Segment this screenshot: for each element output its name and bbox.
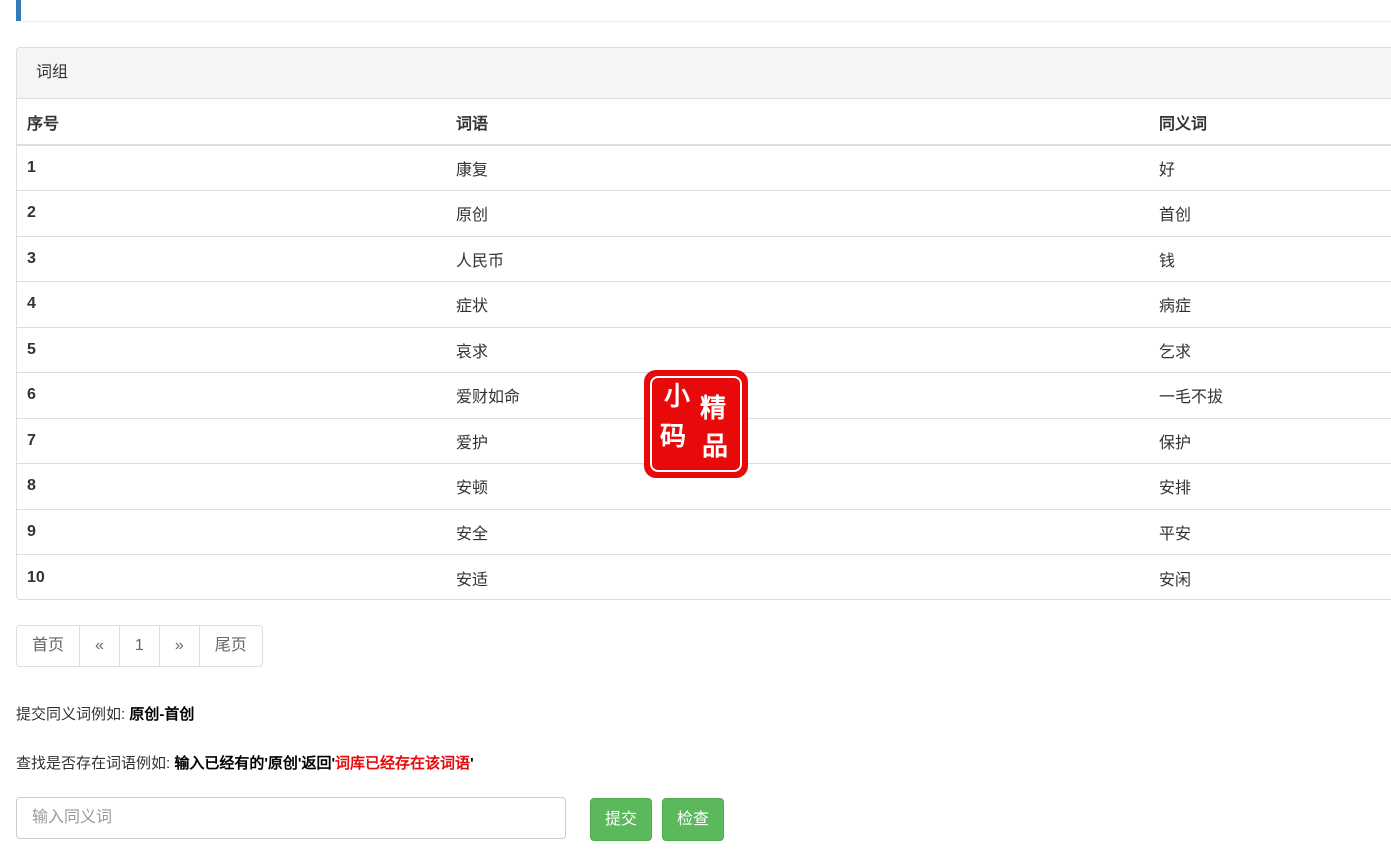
watermark-seal-icon: 小 码 精 品 [646, 372, 746, 476]
panel-heading: 词组 [17, 48, 1391, 99]
synonym-input[interactable] [16, 797, 566, 839]
row-word: 爱护 [446, 418, 1149, 464]
next-page-link[interactable]: » [158, 626, 199, 666]
word-group-panel: 词组 序号 词语 同义词 1 康复 好 2 原创 首创 3 人民币 钱 4 症状… [16, 47, 1391, 600]
column-header-id: 序号 [17, 99, 446, 146]
row-synonym: 保护 [1149, 418, 1391, 464]
table-row: 10 安适 安闲 [17, 555, 1391, 600]
row-synonym: 一毛不拔 [1149, 372, 1391, 419]
row-id: 7 [17, 418, 446, 464]
row-word: 安适 [456, 571, 489, 589]
row-id: 10 [27, 568, 45, 586]
row-id: 3 [17, 236, 446, 282]
column-header-synonym: 同义词 [1149, 99, 1391, 146]
check-hint: 查找是否存在词语例如: 输入已经有的'原创'返回'词库已经存在该词语' [16, 752, 474, 773]
table-row: 3 人民币 钱 [17, 236, 1391, 282]
row-id: 6 [17, 372, 446, 419]
check-hint-example: 输入已经有的'原创'返回' [174, 755, 336, 772]
row-id: 5 [17, 327, 446, 373]
check-button[interactable]: 检查 [662, 798, 725, 841]
submit-hint-example: 原创-首创 [129, 706, 195, 723]
seal-char: 码 [660, 422, 687, 452]
seal-char: 小 [664, 382, 691, 412]
row-word: 爱财如命 [446, 372, 1149, 419]
row-synonym: 好 [1149, 145, 1391, 191]
table-row: 2 原创 首创 [17, 190, 1391, 237]
row-id: 8 [17, 463, 446, 510]
check-hint-label: 查找是否存在词语例如: [16, 755, 175, 772]
column-header-word: 词语 [446, 99, 1149, 146]
row-synonym: 安排 [1149, 463, 1391, 510]
seal-char: 精 [700, 394, 727, 424]
top-accent-stripe [16, 0, 21, 21]
row-id: 9 [17, 509, 446, 555]
row-id: 1 [17, 145, 446, 191]
top-section-bar [16, 0, 1391, 22]
row-synonym: 乞求 [1149, 327, 1391, 373]
table-row: 4 症状 病症 [17, 281, 1391, 328]
seal-char: 品 [702, 432, 729, 462]
row-word: 原创 [446, 190, 1149, 237]
row-word: 哀求 [446, 327, 1149, 373]
row-synonym: 钱 [1149, 236, 1391, 282]
row-word: 安顿 [446, 463, 1149, 510]
first-page-link[interactable]: 首页 [17, 626, 79, 666]
row-synonym: 安闲 [1159, 571, 1192, 589]
row-word: 安全 [446, 509, 1149, 555]
row-id: 4 [17, 281, 446, 328]
check-hint-suffix: ' [470, 755, 474, 772]
synonym-table: 序号 词语 同义词 1 康复 好 2 原创 首创 3 人民币 钱 4 症状 病症… [17, 99, 1391, 600]
page-1-link[interactable]: 1 [118, 626, 159, 666]
row-word: 康复 [446, 145, 1149, 191]
row-word: 症状 [446, 281, 1149, 328]
submit-hint: 提交同义词例如: 原创-首创 [16, 703, 194, 724]
row-word: 人民币 [446, 236, 1149, 282]
pagination: 首页 « 1 » 尾页 [16, 625, 263, 667]
prev-page-link[interactable]: « [79, 626, 119, 666]
check-hint-result: 词库已经存在该词语 [335, 755, 471, 772]
last-page-link[interactable]: 尾页 [198, 626, 262, 666]
submit-hint-label: 提交同义词例如: [16, 706, 130, 723]
table-row: 9 安全 平安 [17, 509, 1391, 555]
table-row: 1 康复 好 [17, 145, 1391, 191]
table-row: 5 哀求 乞求 [17, 327, 1391, 373]
row-synonym: 首创 [1149, 190, 1391, 237]
submit-button[interactable]: 提交 [590, 798, 653, 841]
row-id: 2 [17, 190, 446, 237]
row-synonym: 平安 [1149, 509, 1391, 555]
table-header-row: 序号 词语 同义词 [17, 99, 1391, 146]
row-synonym: 病症 [1149, 281, 1391, 328]
